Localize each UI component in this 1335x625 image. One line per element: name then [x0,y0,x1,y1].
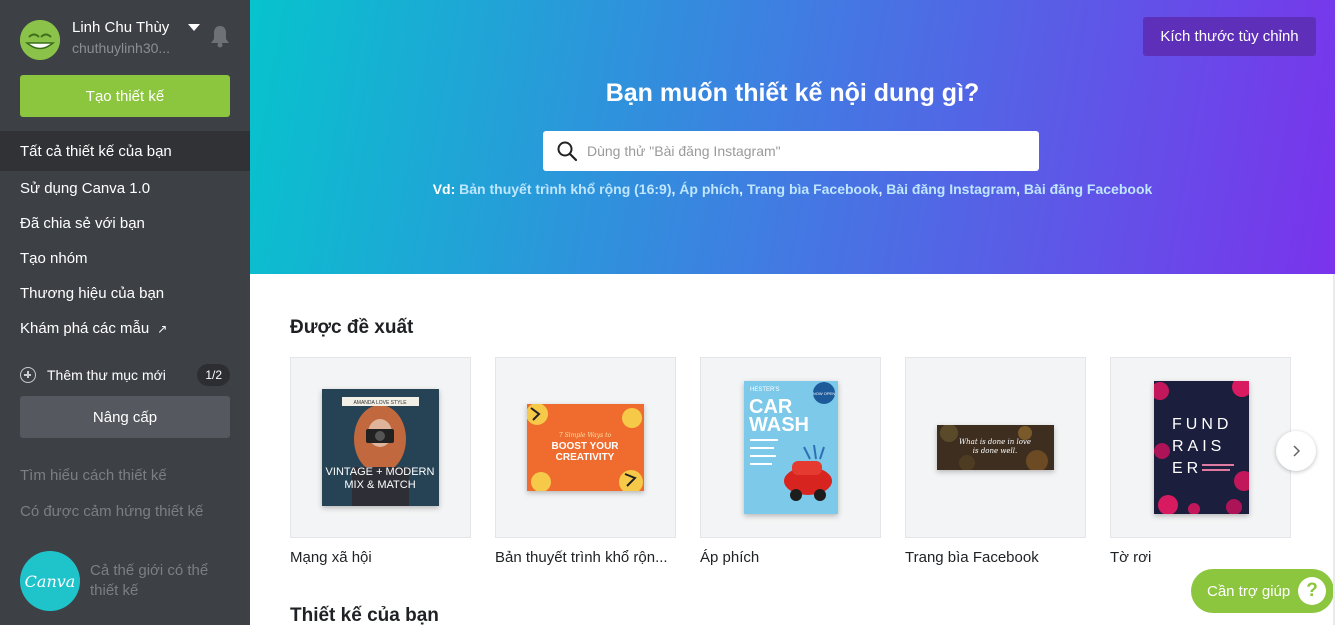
search-input[interactable] [587,143,1027,159]
thumb-text: ER [1172,460,1202,477]
search-examples: Vd: Bản thuyết trình khổ rộng (16:9), Áp… [432,181,1153,197]
tagline: Cả thế giới có thể thiết kế [90,562,209,599]
examples-label: Vd: [432,181,456,197]
thumb-text: HESTER'S [750,387,779,393]
question-mark-icon: ? [1298,577,1326,605]
search-icon [557,141,578,162]
example-link[interactable]: Áp phích [679,181,739,197]
poster-thumbnail: HESTER'S NOW OPEN CAR WASH [744,381,838,514]
thumb-text: MIX & MATCH [344,479,415,491]
design-inspiration-link[interactable]: Có được cảm hứng thiết kế [20,503,203,520]
suggested-section-title: Được đề xuất [290,317,414,338]
user-name: Linh Chu Thùy [72,19,170,36]
sidebar-item-create-team[interactable]: Tạo nhóm [0,241,250,276]
thumb-text: RAIS [1172,438,1225,455]
carousel-next-button[interactable] [1276,431,1316,471]
template-card-poster[interactable]: HESTER'S NOW OPEN CAR WASH [700,357,881,538]
example-link[interactable]: Bài đăng Instagram [886,181,1016,197]
sidebar-item-all-designs[interactable]: Tất cả thiết kế của bạn [0,131,265,171]
template-card-presentation[interactable]: 7 Simple Ways to BOOST YOUR CREATIVITY [495,357,676,538]
avatar[interactable] [20,20,60,60]
flyer-thumbnail: FUND RAIS ER [1154,381,1249,514]
template-card-social-media[interactable]: AMANDA LOVE STYLE VINTAGE + MODERN MIX &… [290,357,471,538]
add-folder-button[interactable]: Thêm thư mục mới 1/2 [20,364,230,386]
facebook-cover-thumbnail: What is done in love is done well. [937,425,1054,470]
sidebar-item-label: Khám phá các mẫu [20,320,150,337]
template-card-flyer[interactable]: FUND RAIS ER [1110,357,1291,538]
template-card-facebook-cover[interactable]: What is done in love is done well. [905,357,1086,538]
photographer-image: AMANDA LOVE STYLE VINTAGE + MODERN MIX &… [322,389,439,506]
card-label: Mạng xã hội [290,549,372,566]
search-box[interactable] [543,131,1039,171]
user-menu[interactable]: Linh Chu Thùy chuthuylinh30... [20,18,235,62]
creativity-image: 7 Simple Ways to BOOST YOUR CREATIVITY [527,404,644,491]
example-link[interactable]: Bài đăng Facebook [1024,181,1152,197]
sidebar-item-explore-templates[interactable]: Khám phá các mẫu ↗ [0,311,250,346]
thumb-text: BOOST YOUR [551,441,619,452]
thumb-text: VINTAGE + MODERN [326,466,435,478]
thumb-text: What is done in love [959,438,1031,446]
help-label: Cần trợ giúp [1207,582,1291,600]
external-link-icon: ↗ [157,321,168,336]
create-design-button[interactable]: Tạo thiết kế [20,75,230,117]
folder-count-badge: 1/2 [197,364,230,386]
sidebar-item-canva-1[interactable]: Sử dụng Canva 1.0 [0,171,250,206]
plus-circle-icon [20,367,36,383]
thumb-text: NOW OPEN [813,391,835,396]
bell-icon[interactable] [209,24,231,48]
card-label: Bản thuyết trình khổ rộn... [495,549,668,566]
hero-banner: Kích thước tùy chỉnh Bạn muốn thiết kế n… [250,0,1335,274]
sidebar-item-label: Đã chia sẻ với bạn [20,215,145,232]
fundraiser-image: FUND RAIS ER [1154,381,1249,514]
card-label: Áp phích [700,549,760,566]
upgrade-button[interactable]: Nâng cấp [20,396,230,438]
thumb-text: WASH [749,414,809,436]
canva-logo[interactable]: Canva [20,551,80,611]
help-button[interactable]: Cần trợ giúp ? [1191,569,1334,613]
thumb-text: is done well. [973,447,1017,455]
chevron-down-icon[interactable] [188,24,200,31]
learn-design-link[interactable]: Tìm hiểu cách thiết kế [20,467,167,484]
add-folder-label: Thêm thư mục mới [47,367,166,383]
thumb-text: AMANDA LOVE STYLE [353,400,407,406]
thumb-text: FUND [1172,416,1232,433]
sidebar-item-label: Tạo nhóm [20,250,88,267]
example-link[interactable]: Bản thuyết trình khổ rộng (16:9) [459,181,671,197]
thumb-text: CREATIVITY [556,452,615,463]
sidebar: Linh Chu Thùy chuthuylinh30... Tạo thiết… [0,0,265,625]
social-media-thumbnail: AMANDA LOVE STYLE VINTAGE + MODERN MIX &… [322,389,439,506]
love-quote-image: What is done in love is done well. [937,425,1054,470]
sidebar-item-your-brand[interactable]: Thương hiệu của bạn [0,276,250,311]
custom-size-button[interactable]: Kích thước tùy chỉnh [1143,17,1316,56]
car-wash-image: HESTER'S NOW OPEN CAR WASH [744,381,838,514]
example-link[interactable]: Trang bìa Facebook [747,181,878,197]
sidebar-item-label: Thương hiệu của bạn [20,285,165,302]
hero-title: Bạn muốn thiết kế nội dung gì? [605,79,980,107]
card-label: Trang bìa Facebook [905,549,1039,566]
thumb-text: 7 Simple Ways to [559,432,612,439]
card-label: Tờ rơi [1110,549,1152,566]
smiley-avatar-icon [20,20,60,60]
chevron-right-icon [1293,445,1301,457]
user-email: chuthuylinh30... [72,40,171,56]
sidebar-item-label: Tất cả thiết kế của bạn [20,142,172,160]
your-designs-section-title: Thiết kế của bạn [290,605,439,625]
sidebar-nav: Tất cả thiết kế của bạn Sử dụng Canva 1.… [0,131,265,346]
sidebar-item-label: Sử dụng Canva 1.0 [20,180,151,197]
sidebar-item-shared-with-you[interactable]: Đã chia sẻ với bạn [0,206,250,241]
presentation-thumbnail: 7 Simple Ways to BOOST YOUR CREATIVITY [527,404,644,491]
